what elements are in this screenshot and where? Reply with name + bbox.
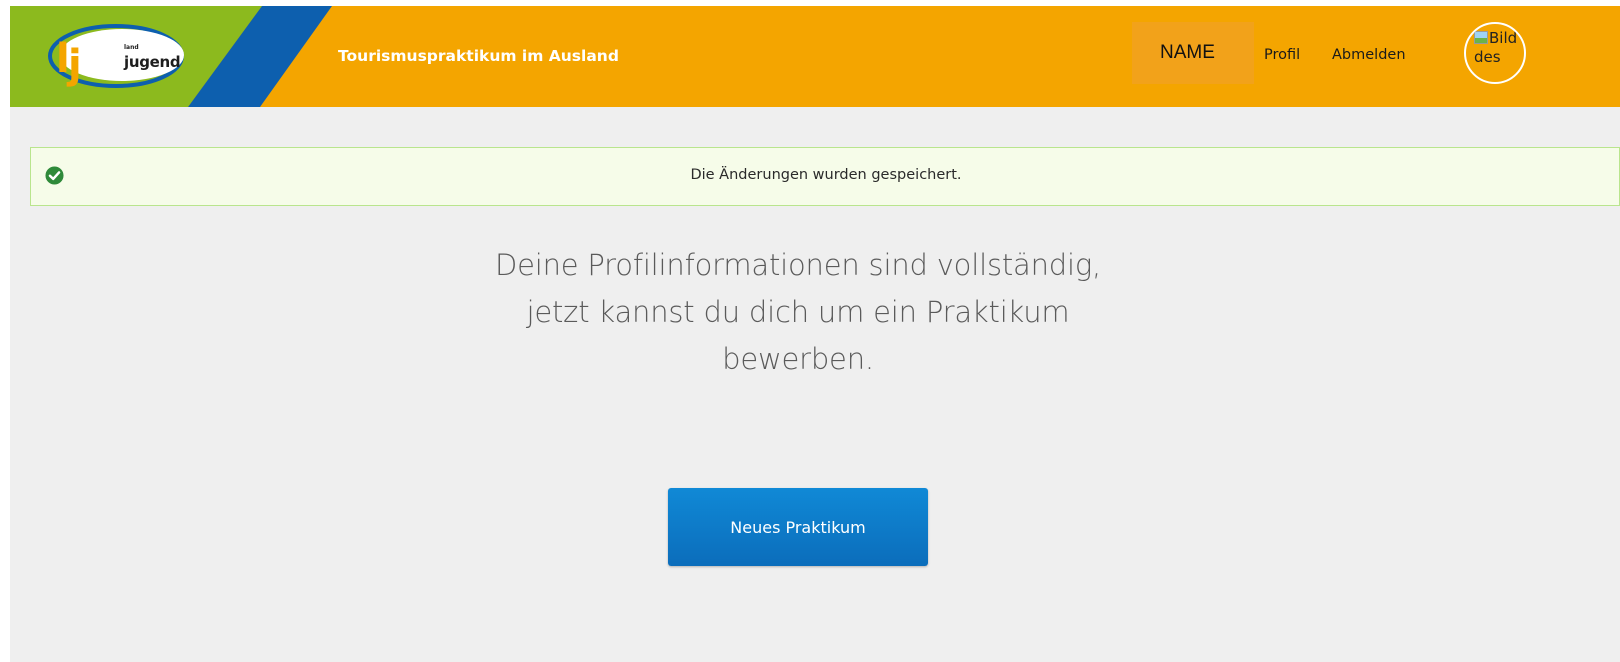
logo[interactable]: l j land jugend — [46, 20, 206, 92]
logo-text: jugend — [124, 53, 181, 71]
broken-image-icon — [1474, 31, 1488, 44]
svg-text:j: j — [66, 42, 82, 88]
new-internship-button[interactable]: Neues Praktikum — [668, 488, 928, 566]
message-line: Deine Profilinformationen sind vollständ… — [494, 248, 1102, 282]
logout-link[interactable]: Abmelden — [1332, 47, 1406, 63]
message-line: jetzt kannst du dich um ein Praktikum — [526, 295, 1070, 329]
profile-link[interactable]: Profil — [1264, 47, 1300, 63]
success-alert: Die Änderungen wurden gespeichert. — [30, 147, 1620, 206]
user-name: NAME — [1132, 22, 1254, 84]
header-bar: l j land jugend Tourismuspraktikum im Au… — [10, 6, 1620, 107]
avatar[interactable]: Bild des — [1464, 22, 1526, 84]
alert-message: Die Änderungen wurden gespeichert. — [690, 167, 962, 183]
app-title: Tourismuspraktikum im Ausland — [338, 47, 619, 65]
profile-complete-message: Deine Profilinformationen sind vollständ… — [398, 242, 1198, 383]
avatar-alt-text: Bild des — [1474, 29, 1524, 67]
logo-small-text: land — [124, 44, 139, 51]
message-line: bewerben. — [722, 342, 874, 376]
page: l j land jugend Tourismuspraktikum im Au… — [10, 6, 1620, 662]
